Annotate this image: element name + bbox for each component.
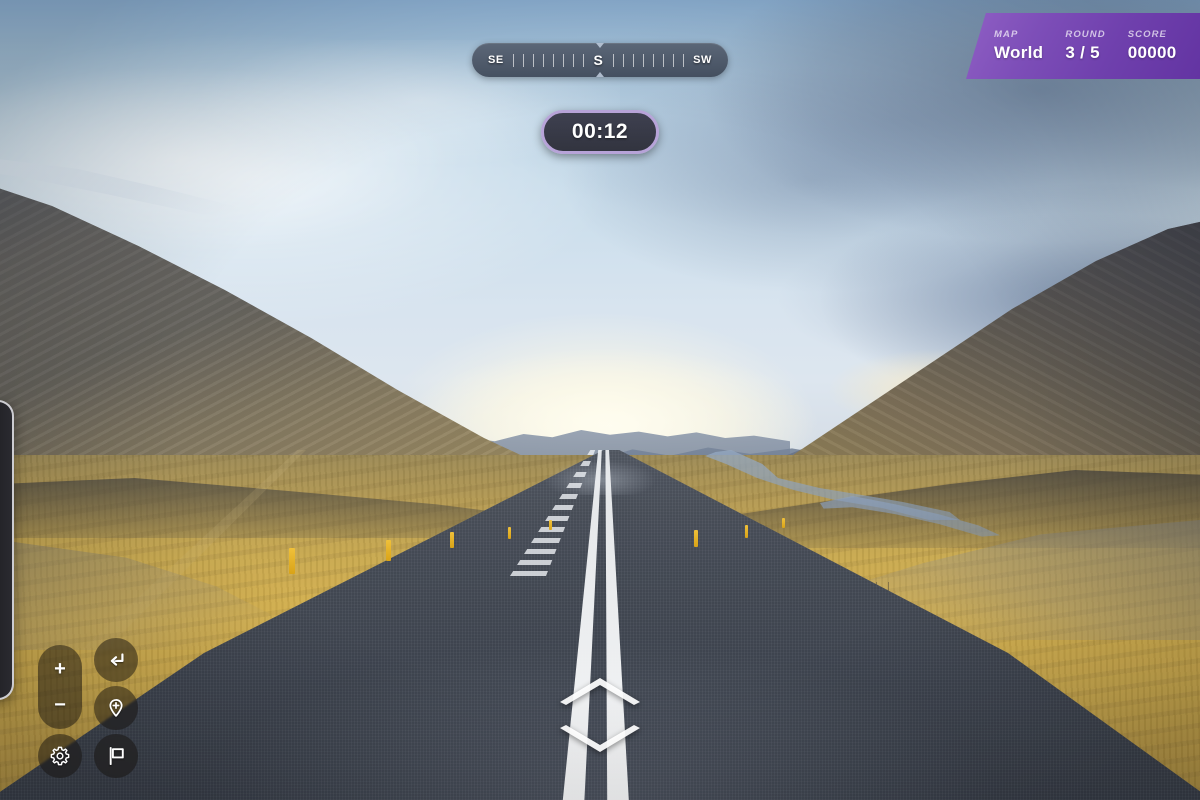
compass-label-left: SE — [488, 54, 504, 66]
compass-tick — [523, 53, 525, 67]
compass-tick — [563, 53, 565, 67]
compass-ticks-right — [603, 53, 693, 67]
roadside-marker-post — [289, 548, 295, 574]
compass-tick — [612, 53, 614, 67]
hud-caption-round: ROUND — [1065, 29, 1106, 40]
roadside-marker-post — [450, 532, 454, 548]
minimap-collapsed-panel[interactable] — [0, 400, 14, 700]
roadside-marker-post — [745, 525, 748, 538]
compass-tick — [533, 53, 535, 67]
timer-value: 00:12 — [571, 120, 629, 143]
map-controls: + − — [38, 638, 158, 785]
roadside-marker-post — [782, 518, 785, 528]
hud-value-map: World — [994, 43, 1044, 62]
compass-notch-top-icon — [596, 43, 604, 48]
compass-ticks-left — [504, 53, 594, 67]
round-timer: 00:12 — [541, 110, 659, 154]
zoom-in-button[interactable]: + — [38, 652, 82, 686]
game-status-hud: MAP World ROUND 3 / 5 SCORE 00000 — [966, 13, 1200, 79]
settings-button[interactable] — [38, 734, 82, 778]
gear-icon — [50, 746, 70, 766]
compass-label-center: S — [593, 52, 604, 68]
hud-column-map: MAP World — [994, 29, 1043, 63]
street-view-move-controls[interactable] — [556, 672, 644, 762]
map-pin-plus-icon — [109, 699, 123, 717]
geoguessr-game-screen: SE S SW 00:12 MAP World ROUND 3 / 5 SCOR… — [0, 0, 1200, 800]
compass-bar[interactable]: SE S SW — [472, 43, 728, 77]
compass-tick — [662, 53, 664, 67]
roadside-marker-post — [694, 530, 698, 547]
return-arrow-icon — [110, 653, 124, 666]
hud-caption-score: SCORE — [1127, 29, 1167, 40]
hud-column-round: ROUND 3 / 5 — [1065, 29, 1105, 63]
drop-pin-button[interactable] — [94, 686, 138, 730]
hud-value-round: 3 / 5 — [1065, 43, 1100, 62]
compass-tick — [573, 53, 575, 67]
hud-caption-map: MAP — [994, 29, 1019, 40]
compass-tick — [543, 53, 545, 67]
compass-notch-bottom-icon — [596, 72, 604, 77]
compass-tick — [632, 53, 634, 67]
roadside-marker-post — [549, 520, 552, 530]
hud-column-score: SCORE 00000 — [1128, 29, 1177, 63]
compass-tick — [672, 53, 674, 67]
zoom-out-button[interactable]: − — [38, 688, 82, 722]
chevron-up-icon[interactable] — [556, 672, 644, 706]
compass-tick — [513, 53, 515, 67]
compass-tick — [642, 53, 644, 67]
compass-tick — [622, 53, 624, 67]
roadside-marker-post — [386, 540, 391, 561]
flag-icon — [109, 746, 124, 766]
compass-tick — [682, 53, 684, 67]
roadside-marker-post — [508, 527, 511, 539]
zoom-control: + − — [38, 645, 82, 729]
compass-tick — [553, 53, 555, 67]
compass-label-right: SW — [693, 54, 712, 66]
report-button[interactable] — [94, 734, 138, 778]
compass-tick — [583, 53, 585, 67]
hud-value-score: 00000 — [1127, 43, 1177, 62]
compass-tick — [652, 53, 654, 67]
return-to-start-button[interactable] — [94, 638, 138, 682]
chevron-down-icon[interactable] — [556, 724, 644, 758]
